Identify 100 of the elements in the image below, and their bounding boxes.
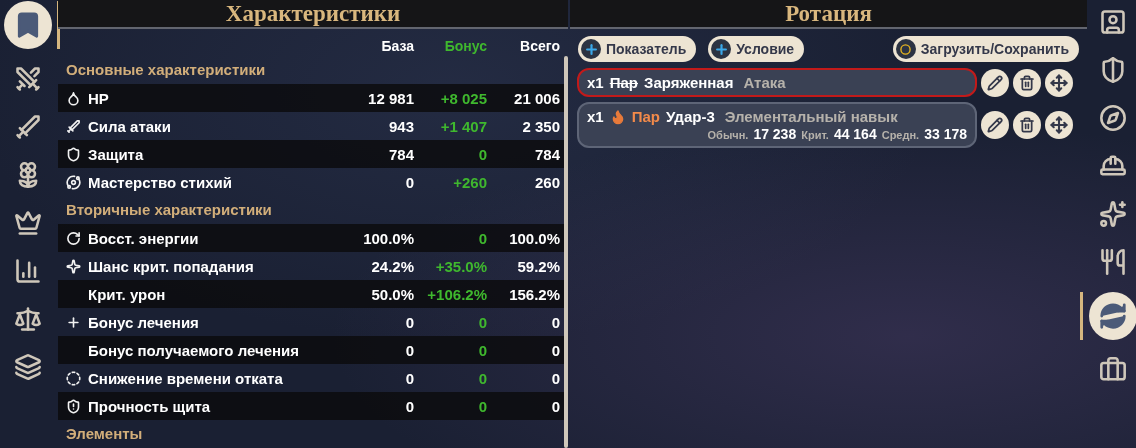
panel-title: Ротация xyxy=(570,0,1087,29)
table-cell-text: 0 xyxy=(404,173,414,191)
stat-label: Бонус лечения xyxy=(88,313,199,331)
briefcase-icon xyxy=(1098,356,1127,384)
table-cell-text: 156.2% xyxy=(508,285,560,303)
stat-label: Восст. энергии xyxy=(88,229,199,247)
plus-icon xyxy=(66,314,81,330)
attack-type: Элементальный навык xyxy=(724,108,898,125)
move-button[interactable] xyxy=(1045,111,1073,139)
crown-icon xyxy=(13,209,42,237)
compass-icon xyxy=(1098,104,1127,132)
count-text: x1 xyxy=(587,74,604,91)
sword-icon xyxy=(13,113,42,141)
column-header: База xyxy=(380,38,414,56)
scrollbar[interactable] xyxy=(564,56,568,448)
sparkle-icon xyxy=(66,258,81,274)
rotation-entry[interactable]: x1 Пар Удар-3 Элементальный навык Обычн. 17 238 Крит. 44 164 Средн. 33 178 xyxy=(577,102,977,148)
table-cell-text: 0 xyxy=(550,341,560,359)
refresh-icon xyxy=(1097,301,1128,331)
table-cell-text: 784 xyxy=(533,145,560,163)
table-cell-text: 0 xyxy=(404,369,414,387)
delete-button[interactable] xyxy=(1013,111,1041,139)
move-button[interactable] xyxy=(1045,68,1073,97)
table-cell-text: 0 xyxy=(550,313,560,331)
pencil-icon xyxy=(987,74,1003,91)
table-cell-text: 0 xyxy=(404,341,414,359)
stat-label: Снижение времени отката xyxy=(88,369,283,387)
table-cell-text: 12 981 xyxy=(367,89,414,107)
damage-value: 33 178 xyxy=(924,126,967,142)
column-header: Всего xyxy=(519,38,560,56)
attack-name: Заряженная xyxy=(644,74,734,91)
damage-value: 17 238 xyxy=(753,126,797,142)
stat-label: Крит. урон xyxy=(88,285,166,303)
table-cell-text: 0 xyxy=(477,369,487,387)
attack-name: Удар-3 xyxy=(666,108,715,125)
table-cell-text: 784 xyxy=(387,145,414,163)
stat-label: Защита xyxy=(88,145,144,163)
damage-value: 44 164 xyxy=(833,126,877,142)
table-cell-text: +106.2% xyxy=(426,285,487,303)
table-cell-text: 0 xyxy=(477,229,487,247)
damage-label: Средн. xyxy=(881,129,920,141)
reaction-text: Пар xyxy=(609,74,638,91)
shield-alert-icon xyxy=(66,398,81,414)
portrait-icon xyxy=(1098,8,1127,36)
table-cell-text: 0 xyxy=(477,397,487,415)
scales-icon xyxy=(13,305,42,333)
table-cell-text: 0 xyxy=(477,313,487,331)
table-cell-text: 100.0% xyxy=(508,229,560,247)
shield-icon xyxy=(66,146,81,162)
table-cell-text: 0 xyxy=(550,369,560,387)
rotate-icon xyxy=(66,230,81,246)
table-cell-text: 59.2% xyxy=(516,257,560,275)
stat-label: Прочность щита xyxy=(88,397,211,415)
damage-label: Крит. xyxy=(801,129,829,141)
table-cell-text: 0 xyxy=(477,341,487,359)
damage-label: Обычн. xyxy=(707,129,749,141)
table-cell-text: 0 xyxy=(404,397,414,415)
droplet-icon xyxy=(66,90,81,106)
circle-icon xyxy=(895,39,916,59)
panel-title: Характеристики xyxy=(58,0,568,29)
selection-indicator xyxy=(1079,292,1083,340)
section-title: Основные характеристики xyxy=(65,60,267,80)
table-cell-text: 0 xyxy=(550,397,560,415)
plus-icon xyxy=(581,39,601,59)
table-cell-text: 943 xyxy=(387,117,414,135)
table-cell-text: 0 xyxy=(477,145,487,163)
table-cell-text: 21 006 xyxy=(513,89,560,107)
stat-label: Сила атаки xyxy=(88,117,171,135)
pencil-icon xyxy=(987,117,1003,133)
move-icon xyxy=(1050,116,1068,134)
table-cell-text: 50.0% xyxy=(370,285,414,303)
table-cell-text: +8 025 xyxy=(439,89,487,107)
fork-spoon-icon xyxy=(1098,248,1127,276)
add-button[interactable]: Условие xyxy=(708,36,805,62)
edit-button[interactable] xyxy=(981,111,1009,139)
table-cell-text: +260 xyxy=(452,173,487,191)
delete-button[interactable] xyxy=(1013,68,1041,97)
edit-button[interactable] xyxy=(981,68,1009,97)
section-title: Вторичные характеристики xyxy=(65,200,273,220)
move-icon xyxy=(1050,73,1068,92)
table-cell-text: 24.2% xyxy=(370,257,414,275)
reaction-text: Пар xyxy=(631,108,660,125)
dashed-circle-icon xyxy=(66,370,81,386)
add-button[interactable]: Показатель xyxy=(578,36,697,62)
stat-label: Мастерство стихий xyxy=(88,173,232,191)
table-cell-text: 100.0% xyxy=(362,229,414,247)
column-header: Бонус xyxy=(443,38,487,56)
table-cell-text: 0 xyxy=(404,313,414,331)
orbit-icon xyxy=(66,174,81,190)
plus-icon xyxy=(711,39,732,59)
cards-icon xyxy=(13,353,42,381)
table-cell-text: +35.0% xyxy=(434,257,487,275)
trash-icon xyxy=(1019,74,1035,91)
section-title: Элементы xyxy=(65,424,144,444)
crossed-swords-icon xyxy=(13,65,42,93)
count-text: x1 xyxy=(587,108,604,125)
table-cell-text: 2 350 xyxy=(521,117,560,135)
sword-icon xyxy=(66,118,81,134)
load-save-button[interactable]: Загрузить/Сохранить xyxy=(892,36,1079,62)
rotation-entry[interactable]: x1 Пар Заряженная Атака xyxy=(577,68,977,97)
